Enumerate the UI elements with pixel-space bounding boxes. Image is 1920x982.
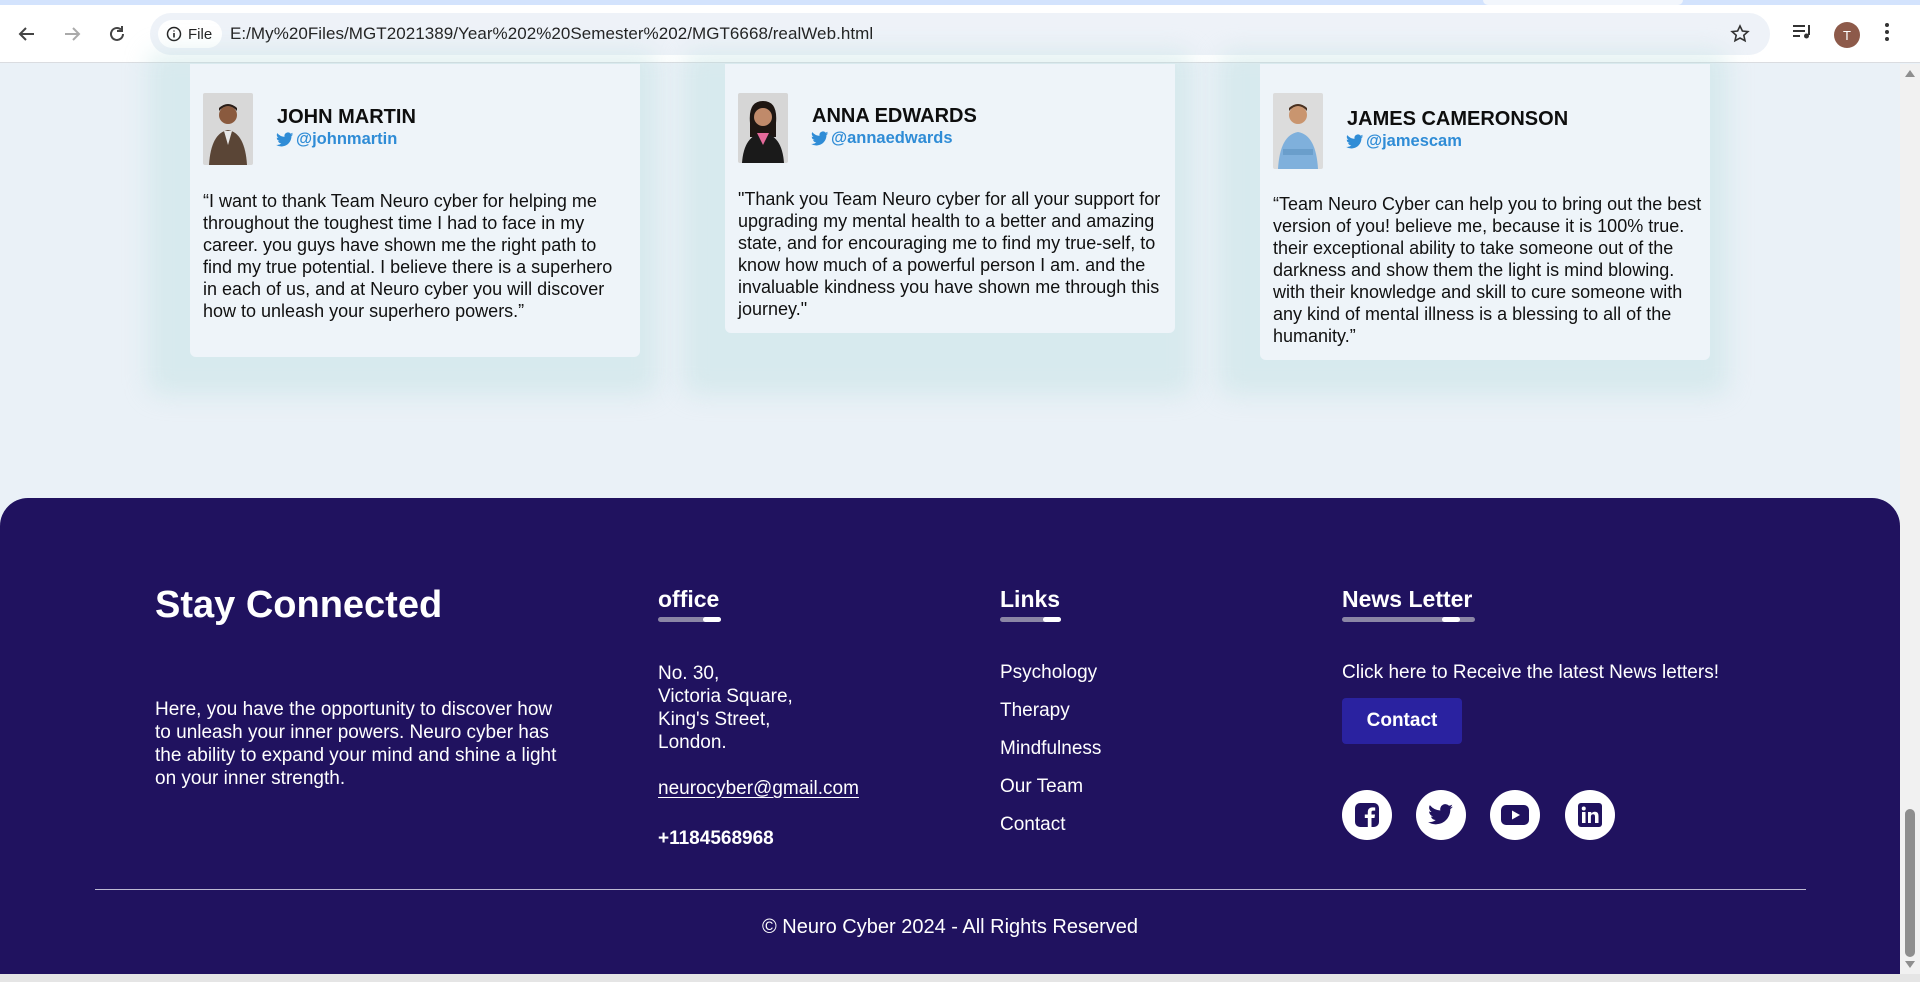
twitter-icon — [1346, 134, 1364, 148]
underline-dot — [1442, 617, 1460, 622]
testimonial-name: JAMES CAMERONSON — [1347, 108, 1569, 130]
newsletter-contact-button[interactable]: Contact — [1342, 698, 1462, 744]
linkedin-icon — [1578, 803, 1602, 827]
twitter-button[interactable] — [1416, 790, 1466, 840]
testimonial-handle[interactable]: @jamescam — [1346, 132, 1462, 151]
footer-divider — [95, 889, 1806, 890]
star-icon — [1730, 24, 1750, 43]
more-vertical-icon — [1885, 23, 1889, 41]
newsletter-text: Click here to Receive the latest News le… — [1342, 662, 1719, 683]
footer-link-therapy[interactable]: Therapy — [1000, 700, 1070, 722]
page-scrollbar[interactable] — [1900, 64, 1920, 974]
testimonial-name: JOHN MARTIN — [277, 106, 416, 128]
testimonial-quote: "Thank you Team Neuro cyber for all your… — [738, 189, 1161, 319]
testimonial-card: JAMES CAMERONSON @jamescam “Team Neuro C… — [1260, 64, 1710, 360]
links-heading-underline — [1000, 617, 1061, 622]
footer-title: Stay Connected — [155, 584, 443, 626]
scrollbar-thumb[interactable] — [1905, 809, 1915, 957]
testimonial-handle-text: @annaedwards — [831, 129, 953, 147]
site-footer: Stay Connected Here, you have the opport… — [0, 498, 1900, 974]
office-heading: office — [658, 586, 720, 612]
testimonial-avatar — [738, 93, 788, 163]
footer-link-our-team[interactable]: Our Team — [1000, 776, 1083, 798]
address-line: King's Street, — [658, 709, 771, 730]
office-heading-underline — [658, 617, 721, 622]
testimonial-avatar — [1273, 93, 1323, 169]
forward-button[interactable] — [57, 19, 87, 49]
facebook-button[interactable] — [1342, 790, 1392, 840]
footer-link-mindfulness[interactable]: Mindfulness — [1000, 738, 1101, 760]
info-icon — [166, 26, 182, 42]
office-email-link[interactable]: neurocyber@gmail.com — [658, 778, 859, 800]
testimonial-quote: “Team Neuro Cyber can help you to bring … — [1273, 194, 1702, 346]
testimonial-card: ANNA EDWARDS @annaedwards "Thank you Tea… — [725, 64, 1175, 333]
browser-menu-button[interactable] — [1883, 21, 1891, 48]
testimonial-handle[interactable]: @annaedwards — [811, 129, 953, 148]
youtube-icon — [1501, 805, 1529, 825]
scroll-up-arrow-icon[interactable] — [1905, 70, 1915, 77]
facebook-icon — [1355, 803, 1379, 827]
testimonial-quote: “I want to thank Team Neuro cyber for he… — [203, 191, 613, 321]
youtube-button[interactable] — [1490, 790, 1540, 840]
playlist-icon — [1793, 25, 1810, 39]
profile-avatar[interactable]: T — [1834, 22, 1860, 48]
arrow-right-icon — [65, 27, 81, 41]
url-text[interactable]: E:/My%20Files/MGT2021389/Year%202%20Seme… — [230, 24, 873, 44]
address-bar[interactable]: File E:/My%20Files/MGT2021389/Year%202%2… — [150, 13, 1770, 55]
address-line: Victoria Square, — [658, 686, 793, 707]
links-heading: Links — [1000, 586, 1061, 612]
bookmark-star-button[interactable] — [1728, 22, 1752, 46]
scroll-down-arrow-icon[interactable] — [1905, 961, 1915, 968]
underline-dot — [1043, 617, 1061, 622]
window-bottom-edge — [0, 974, 1920, 982]
testimonial-handle-text: @johnmartin — [296, 130, 398, 148]
twitter-icon — [1428, 804, 1453, 825]
testimonial-handle-text: @jamescam — [1366, 132, 1462, 150]
testimonial-avatar — [203, 93, 253, 165]
twitter-icon — [276, 132, 294, 146]
underline-dot — [703, 617, 721, 622]
address-line: No. 30, — [658, 663, 720, 684]
footer-description: Here, you have the opportunity to discov… — [155, 699, 557, 789]
media-control-button[interactable] — [1791, 21, 1813, 48]
office-phone: +1184568968 — [658, 828, 774, 849]
twitter-icon — [811, 131, 829, 145]
back-button[interactable] — [12, 19, 42, 49]
footer-link-psychology[interactable]: Psychology — [1000, 662, 1097, 684]
footer-link-contact[interactable]: Contact — [1000, 814, 1065, 836]
copyright-text: © Neuro Cyber 2024 - All Rights Reserved — [761, 916, 1138, 938]
arrow-left-icon — [18, 27, 34, 41]
site-info-label: File — [188, 25, 213, 43]
office-address: No. 30, Victoria Square, King's Street, … — [658, 662, 793, 754]
testimonial-card: JOHN MARTIN @johnmartin “I want to thank… — [190, 64, 640, 357]
reload-icon — [110, 26, 124, 41]
linkedin-button[interactable] — [1565, 790, 1615, 840]
testimonial-handle[interactable]: @johnmartin — [276, 130, 397, 149]
address-line: London. — [658, 732, 727, 753]
site-info-chip[interactable]: File — [158, 20, 223, 48]
reload-button[interactable] — [102, 19, 132, 49]
newsletter-heading-underline — [1342, 617, 1475, 622]
newsletter-heading: News Letter — [1342, 586, 1473, 612]
testimonial-name: ANNA EDWARDS — [812, 105, 977, 127]
